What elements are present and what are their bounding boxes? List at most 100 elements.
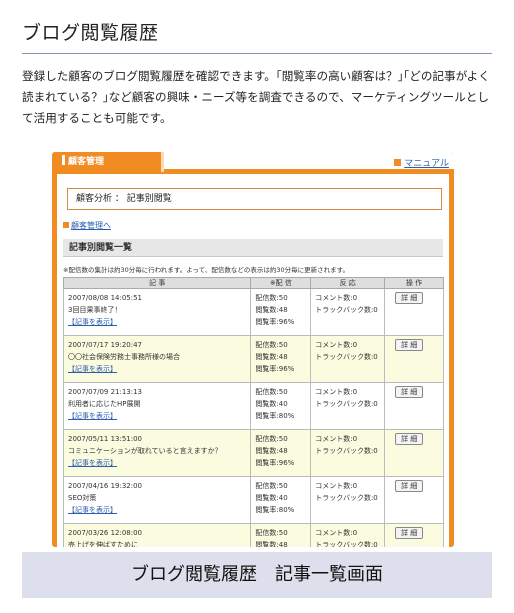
action-cell: 詳 細 xyxy=(384,382,444,430)
delivered-count: 配信数:50 xyxy=(255,529,288,537)
page-title: ブログ閲覧履歴 xyxy=(22,22,159,44)
app-content: 顧客分析 ： 記事別閲覧 顧客管理へ 記事別閲覧一覧 ※配信数の集計は約30分毎… xyxy=(57,174,449,547)
app-header: 顧客管理 xyxy=(52,152,164,172)
article-cell: 2007/05/11 13:51:00 コミュニケーションが取れていると言えますか… xyxy=(62,429,252,477)
comment-count: コメント数:0 xyxy=(315,294,358,302)
delivered-count: 配信数:50 xyxy=(255,388,288,396)
arrow-square-icon xyxy=(394,159,402,166)
trackback-count: トラックバック数:0 xyxy=(315,541,378,547)
article-title: 利用者に応じたHP展開 xyxy=(68,400,141,408)
detail-button[interactable]: 詳 細 xyxy=(395,292,424,304)
trackback-count: トラックバック数:0 xyxy=(315,306,378,314)
back-link[interactable]: 顧客管理へ xyxy=(63,220,449,231)
table-header: 記 事 ※配 信 反 応 操 作 xyxy=(62,277,444,289)
article-date: 2007/08/08 14:05:51 xyxy=(68,294,143,302)
article-table: 記 事 ※配 信 反 応 操 作 2007/08/08 14:05:51 3回目果… xyxy=(62,277,444,547)
view-count: 閲覧数:48 xyxy=(255,447,288,455)
article-cell: 2007/07/09 21:13:13 利用者に応じたHP展開【記事を表示】 xyxy=(62,382,252,430)
manual-link-label[interactable]: マニュアル xyxy=(404,159,449,169)
show-article-link[interactable]: 【記事を表示】 xyxy=(68,316,247,328)
col-action: 操 作 xyxy=(384,277,444,289)
delivery-cell: 配信数:50 閲覧数:40 閲覧率:80% xyxy=(250,476,312,524)
manual-link[interactable]: マニュアル xyxy=(394,156,449,169)
table-row: 2007/05/11 13:51:00 コミュニケーションが取れていると言えますか… xyxy=(62,429,444,477)
view-rate: 閲覧率:80% xyxy=(255,506,295,514)
detail-button[interactable]: 詳 細 xyxy=(395,339,424,351)
comment-count: コメント数:0 xyxy=(315,341,358,349)
action-cell: 詳 細 xyxy=(384,476,444,524)
table-row: 2007/07/09 21:13:13 利用者に応じたHP展開【記事を表示】 配信… xyxy=(62,382,444,430)
action-cell: 詳 細 xyxy=(384,288,444,336)
back-link-label[interactable]: 顧客管理へ xyxy=(71,221,111,230)
delivery-cell: 配信数:50 閲覧数:48 閲覧率:96% xyxy=(250,335,312,383)
show-article-link[interactable]: 【記事を表示】 xyxy=(68,363,247,375)
view-rate: 閲覧率:96% xyxy=(255,318,295,326)
response-cell: コメント数:0 トラックバック数:0 xyxy=(310,429,386,477)
comment-count: コメント数:0 xyxy=(315,529,358,537)
article-title: 3回目果事終了！ xyxy=(68,306,122,314)
analysis-title: 顧客分析 ： 記事別閲覧 xyxy=(67,188,442,210)
article-cell: 2007/04/16 19:32:00 SEO対策 【記事を表示】 xyxy=(62,476,252,524)
comment-count: コメント数:0 xyxy=(315,388,358,396)
detail-button[interactable]: 詳 細 xyxy=(395,386,424,398)
title-divider xyxy=(22,53,492,54)
response-cell: コメント数:0 トラックバック数:0 xyxy=(310,476,386,524)
article-date: 2007/05/11 13:51:00 xyxy=(68,435,143,443)
article-cell: 2007/03/26 12:08:00 売上げを伸ばすために xyxy=(62,523,252,547)
table-row: 2007/07/17 19:20:47 〇〇社会保険労務士事務所様の場合【記事を表… xyxy=(62,335,444,383)
article-date: 2007/07/09 21:13:13 xyxy=(68,388,143,396)
article-cell: 2007/08/08 14:05:51 3回目果事終了！ 【記事を表示】 xyxy=(62,288,252,336)
article-title: 売上げを伸ばすために xyxy=(68,541,138,547)
view-count: 閲覧数:48 xyxy=(255,353,288,361)
section-title: 記事別閲覧一覧 xyxy=(63,239,443,257)
show-article-link[interactable]: 【記事を表示】 xyxy=(68,504,247,516)
response-cell: コメント数:0 トラックバック数:0 xyxy=(310,335,386,383)
delivered-count: 配信数:50 xyxy=(255,341,288,349)
intro-text: 登録した顧客のブログ閲覧履歴を確認できます。｢閲覧率の高い顧客は？｣｢どの記事が… xyxy=(22,69,490,125)
table-row: 2007/03/26 12:08:00 売上げを伸ばすために 配信数:50 閲覧数:… xyxy=(62,523,444,547)
delivered-count: 配信数:50 xyxy=(255,294,288,302)
delivery-cell: 配信数:50 閲覧数:48 閲覧率:96% xyxy=(250,429,312,477)
col-delivery: ※配 信 xyxy=(250,277,312,289)
trackback-count: トラックバック数:0 xyxy=(315,353,378,361)
view-count: 閲覧数:40 xyxy=(255,494,288,502)
view-count: 閲覧数:40 xyxy=(255,400,288,408)
show-article-link[interactable]: 【記事を表示】 xyxy=(68,457,247,469)
show-article-link[interactable]: 【記事を表示】 xyxy=(68,410,247,422)
article-date: 2007/03/26 12:08:00 xyxy=(68,529,143,537)
article-title: コミュニケーションが取れていると言えますか？ xyxy=(68,447,222,455)
article-date: 2007/04/16 19:32:00 xyxy=(68,482,143,490)
view-count: 閲覧数:48 xyxy=(255,541,288,547)
article-title: 〇〇社会保険労務士事務所様の場合 xyxy=(68,353,180,361)
col-response: 反 応 xyxy=(310,277,386,289)
action-cell: 詳 細 xyxy=(384,429,444,477)
app-topbar: 顧客管理 マニュアル xyxy=(52,152,454,172)
response-cell: コメント数:0 トラックバック数:0 xyxy=(310,288,386,336)
response-cell: コメント数:0 トラックバック数:0 xyxy=(310,382,386,430)
delivery-cell: 配信数:50 閲覧数:40 閲覧率:80% xyxy=(250,382,312,430)
update-note: ※配信数の集計は約30分毎に行われます。よって、配信数などの表示は約30分毎に更… xyxy=(63,266,350,274)
view-rate: 閲覧率:96% xyxy=(255,365,295,373)
screenshot-caption: ブログ閲覧履歴 記事一覧画面 xyxy=(22,552,492,598)
delivered-count: 配信数:50 xyxy=(255,435,288,443)
table-row: 2007/04/16 19:32:00 SEO対策 【記事を表示】 配信数:50 閲覧… xyxy=(62,476,444,524)
comment-count: コメント数:0 xyxy=(315,435,358,443)
app-screenshot: 顧客管理 マニュアル 顧客分析 ： 記事別閲覧 顧客管理へ 記事別閲覧一覧 ※配… xyxy=(52,152,454,547)
trackback-count: トラックバック数:0 xyxy=(315,447,378,455)
header-bar-icon xyxy=(62,155,65,165)
article-cell: 2007/07/17 19:20:47 〇〇社会保険労務士事務所様の場合【記事を表… xyxy=(62,335,252,383)
delivery-cell: 配信数:50 閲覧数:48 閲覧率:96% xyxy=(250,288,312,336)
response-cell: コメント数:0 トラックバック数:0 xyxy=(310,523,386,547)
view-rate: 閲覧率:96% xyxy=(255,459,295,467)
detail-button[interactable]: 詳 細 xyxy=(395,433,424,445)
trackback-count: トラックバック数:0 xyxy=(315,494,378,502)
delivery-cell: 配信数:50 閲覧数:48 xyxy=(250,523,312,547)
comment-count: コメント数:0 xyxy=(315,482,358,490)
detail-button[interactable]: 詳 細 xyxy=(395,480,424,492)
col-article: 記 事 xyxy=(62,277,252,289)
detail-button[interactable]: 詳 細 xyxy=(395,527,424,539)
app-header-label: 顧客管理 xyxy=(68,157,105,167)
article-date: 2007/07/17 19:20:47 xyxy=(68,341,143,349)
table-row: 2007/08/08 14:05:51 3回目果事終了！ 【記事を表示】 配信数:5… xyxy=(62,288,444,336)
arrow-square-icon xyxy=(63,222,69,228)
